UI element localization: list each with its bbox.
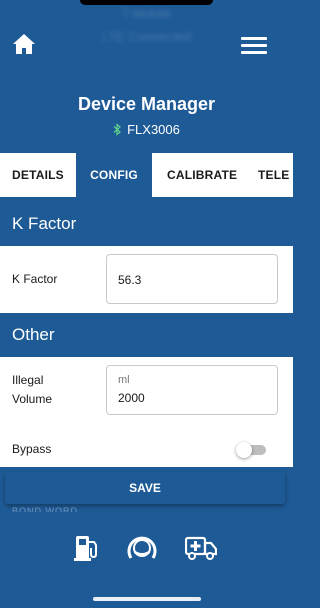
section-header-k-factor: K Factor xyxy=(0,202,293,246)
device-name-row: FLX3006 xyxy=(0,122,293,137)
illegal-volume-label-line1: Illegal xyxy=(12,373,44,387)
k-factor-input[interactable]: 56.3 xyxy=(106,254,278,304)
save-button[interactable]: SAVE xyxy=(5,472,285,504)
page-title: Device Manager xyxy=(77,94,216,114)
k-factor-label: K Factor xyxy=(12,272,58,286)
bypass-toggle-knob xyxy=(236,442,252,458)
bottom-nav xyxy=(0,512,293,608)
hamburger-menu-icon[interactable] xyxy=(241,37,267,54)
tab-bar: DETAILS CONFIG CALIBRATE TELE xyxy=(0,153,293,197)
bypass-label: Bypass xyxy=(12,442,52,456)
illegal-volume-value: 2000 xyxy=(118,391,145,405)
k-factor-panel: K Factor 56.3 xyxy=(0,246,293,313)
k-factor-value: 56.3 xyxy=(118,273,142,287)
illegal-volume-label-line2: Volume xyxy=(12,392,53,406)
illegal-volume-unit: ml xyxy=(118,374,130,386)
status-carrier: T-Mobile xyxy=(121,6,172,21)
home-indicator xyxy=(93,597,201,601)
home-icon[interactable] xyxy=(12,33,36,55)
fuel-pump-icon[interactable] xyxy=(74,533,100,561)
other-panel: Illegal Volume ml 2000 Bypass xyxy=(0,357,293,467)
gauge-icon[interactable] xyxy=(125,533,159,561)
tab-config[interactable]: CONFIG xyxy=(76,153,152,197)
section-header-other: Other xyxy=(0,313,293,357)
illegal-volume-input[interactable]: ml 2000 xyxy=(106,365,278,415)
tab-tele[interactable]: TELE xyxy=(251,153,289,197)
device-name: FLX3006 xyxy=(127,122,180,137)
bluetooth-icon xyxy=(113,123,122,136)
tab-calibrate[interactable]: CALIBRATE xyxy=(152,153,251,197)
bypass-toggle[interactable] xyxy=(236,442,268,458)
tab-details[interactable]: DETAILS xyxy=(0,153,76,197)
truck-medical-icon[interactable] xyxy=(185,533,217,561)
device-notch xyxy=(80,0,213,5)
status-connection: LTE Connected xyxy=(101,29,192,44)
app-screen: T-Mobile LTE Connected Device Manager FL… xyxy=(0,0,293,608)
